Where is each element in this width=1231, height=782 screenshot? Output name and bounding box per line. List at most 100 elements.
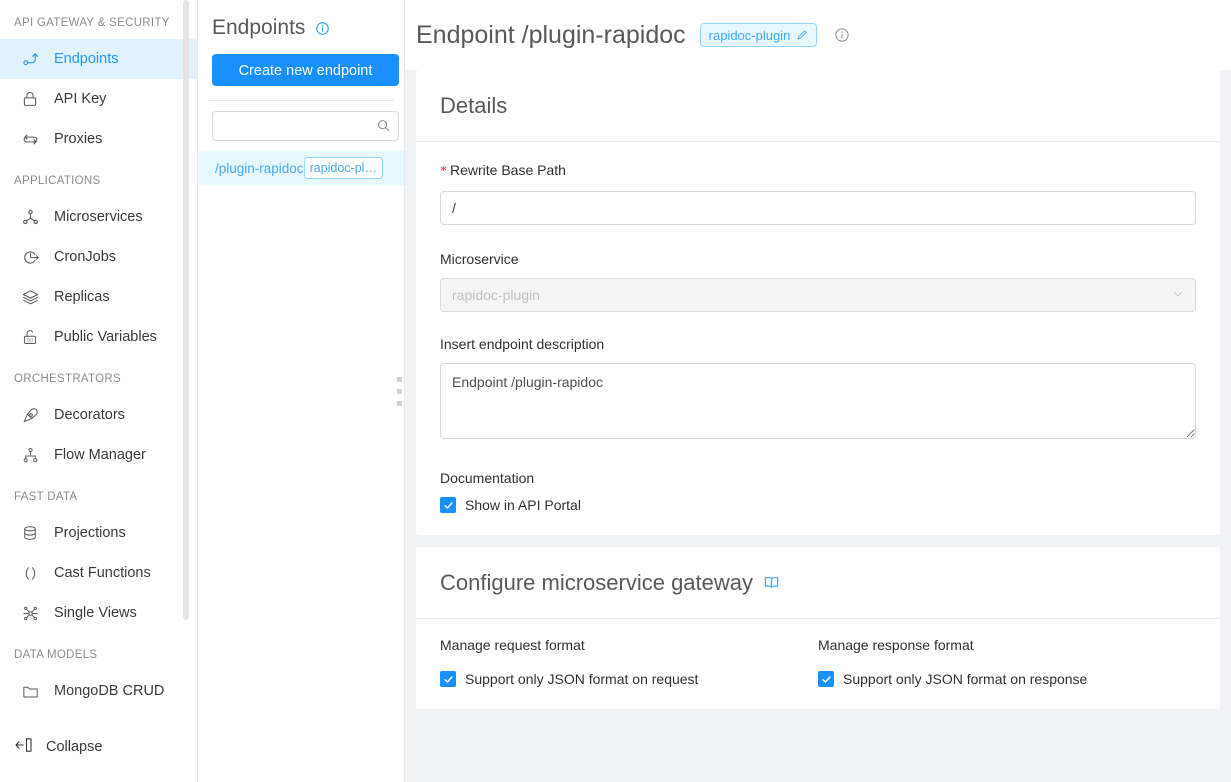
gateway-card-body: Manage request format Support only JSON … [416,619,1220,709]
rewrite-base-path-label-text: Rewrite Base Path [450,162,566,178]
search-input[interactable] [212,111,399,141]
sidebar-item-label: Cast Functions [54,565,151,581]
details-card-title: Details [440,93,507,119]
endpoints-list: /plugin-rapidoc rapidoc-pl… [198,151,404,782]
nav-section-title-orchestrators: ORCHESTRATORS [0,369,197,389]
info-circle-icon[interactable] [315,21,330,36]
microservices-icon [20,207,40,227]
gateway-card: Configure microservice gateway Manage re… [416,547,1220,709]
manage-request-format-column: Manage request format Support only JSON … [440,637,818,687]
sidebar-item-single-views[interactable]: Single Views [0,593,197,633]
microservice-field: Microservice rapidoc-plugin [440,249,1196,312]
sidebar-item-label: MongoDB CRUD [54,683,164,699]
header-info-icon-wrap [834,27,850,43]
proxy-swap-icon [20,129,40,149]
create-new-endpoint-button[interactable]: Create new endpoint [212,54,399,86]
page-header: Endpoint /plugin-rapidoc rapidoc-plugin [405,0,1231,70]
nav-section-title-applications: APPLICATIONS [0,171,197,191]
sidebar-item-label: CronJobs [54,249,116,265]
lock-icon [20,89,40,109]
gateway-card-title: Configure microservice gateway [440,570,753,596]
sidebar-item-api-key[interactable]: API Key [0,79,197,119]
endpoint-microservice-tag: rapidoc-pl… [304,157,383,179]
json-only-response-checkbox[interactable] [818,671,834,687]
content-scroll-area: Details *Rewrite Base Path Microservice … [405,70,1231,782]
info-circle-icon[interactable] [834,27,850,43]
endpoint-description-textarea[interactable]: Endpoint /plugin-rapidoc [440,363,1196,439]
parentheses-icon [20,563,40,583]
microservice-label: Microservice [440,249,1196,269]
nav-spacer [0,357,197,369]
svg-text:(x): (x) [27,338,33,344]
endpoints-panel-header: Endpoints Create new endpoint [198,0,404,101]
nav-spacer [0,633,197,645]
sidebar-item-microservices[interactable]: Microservices [0,197,197,237]
manage-response-format-title: Manage response format [818,637,1196,653]
endpoints-list-panel: Endpoints Create new endpoint [198,0,405,782]
collapse-left-icon [14,735,34,759]
json-request-row[interactable]: Support only JSON format on request [440,671,818,687]
sidebar-item-public-variables[interactable]: (x) Public Variables [0,317,197,357]
pencil-edit-icon[interactable] [796,29,808,41]
sidebar-item-mongodb-crud[interactable]: MongoDB CRUD [0,671,197,711]
show-in-api-portal-row[interactable]: Show in API Portal [440,497,1196,513]
sidebar-item-label: Public Variables [54,329,157,345]
unlock-variable-icon: (x) [20,327,40,347]
rewrite-base-path-field: *Rewrite Base Path [440,160,1196,225]
sidebar-item-cast-functions[interactable]: Cast Functions [0,553,197,593]
sidebar-item-proxies[interactable]: Proxies [0,119,197,159]
show-in-api-portal-checkbox[interactable] [440,497,456,513]
sidebar-item-label: Replicas [54,289,110,305]
app-root: API GATEWAY & SECURITY Endpoints [0,0,1231,782]
gateway-columns: Manage request format Support only JSON … [440,637,1196,687]
list-item[interactable]: /plugin-rapidoc rapidoc-pl… [198,151,404,185]
show-in-api-portal-label: Show in API Portal [465,497,581,513]
nav-spacer [0,159,197,171]
documentation-field: Documentation Show in API Portal [440,468,1196,513]
endpoint-path-label: /plugin-rapidoc [215,161,304,176]
sidebar-item-decorators[interactable]: Decorators [0,395,197,435]
sidebar-item-label: Decorators [54,407,125,423]
json-only-request-checkbox[interactable] [440,671,456,687]
endpoints-search-wrap [198,101,404,151]
nav-section-title-fast-data: FAST DATA [0,487,197,507]
manage-request-format-title: Manage request format [440,637,818,653]
chevron-down-icon [1172,288,1184,303]
endpoint-icon [20,49,40,69]
folder-icon [20,681,40,701]
sidebar-scrollbar-thumb[interactable] [183,0,189,620]
sidebar-scroll-area: API GATEWAY & SECURITY Endpoints [0,0,197,782]
database-icon [20,523,40,543]
sidebar-collapse-button[interactable]: Collapse [0,727,197,767]
json-response-row[interactable]: Support only JSON format on response [818,671,1196,687]
json-only-response-label: Support only JSON format on response [843,671,1087,687]
sidebar-item-cronjobs[interactable]: CronJobs [0,237,197,277]
details-card-header: Details [416,70,1220,142]
details-card: Details *Rewrite Base Path Microservice … [416,70,1220,535]
endpoint-description-field: Insert endpoint description Endpoint /pl… [440,334,1196,444]
page-title: Endpoint /plugin-rapidoc [416,21,686,50]
open-book-icon[interactable] [763,574,780,591]
nav-section-title-api-gateway: API GATEWAY & SECURITY [0,13,197,33]
microservice-select-value: rapidoc-plugin [452,287,540,303]
gateway-card-header: Configure microservice gateway [416,547,1220,619]
sidebar-item-endpoints[interactable]: Endpoints [0,39,197,79]
nav-spacer [0,711,197,727]
sidebar-item-label: Single Views [54,605,137,621]
clock-icon [20,247,40,267]
sidebar-item-projections[interactable]: Projections [0,513,197,553]
manage-response-format-column: Manage response format Support only JSON… [818,637,1196,687]
required-marker: * [440,164,447,179]
pen-nib-icon [20,405,40,425]
microservice-chip[interactable]: rapidoc-plugin [700,23,818,47]
nav-spacer [0,475,197,487]
drag-dots-icon [397,377,402,406]
rewrite-base-path-input[interactable] [440,191,1196,225]
sidebar-item-replicas[interactable]: Replicas [0,277,197,317]
sidebar-item-label: API Key [54,91,106,107]
panel-resize-handle[interactable] [393,0,405,782]
sidebar-item-flow-manager[interactable]: Flow Manager [0,435,197,475]
sidebar-item-label: Projections [54,525,126,541]
sidebar-scrollbar-track[interactable] [187,0,193,782]
json-only-request-label: Support only JSON format on request [465,671,698,687]
